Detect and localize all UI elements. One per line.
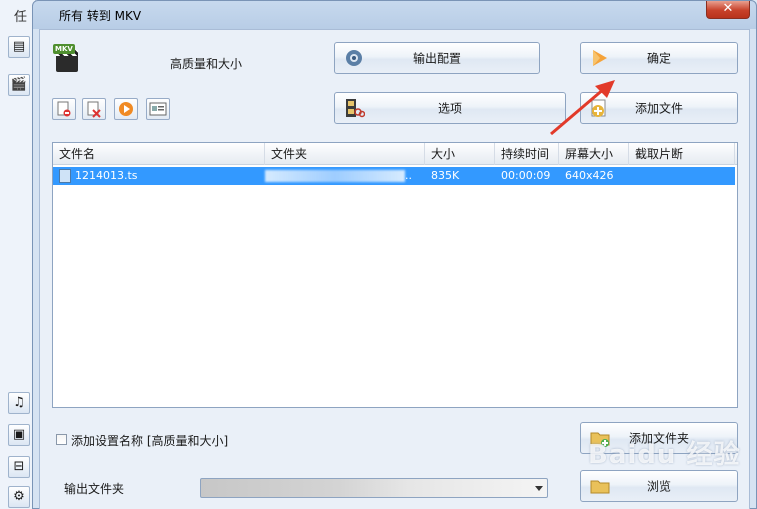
ok-label: 确定 <box>646 51 671 66</box>
background-app-strip: 任 ▤ 🎬 ♫ ▣ ⊟ ⚙ <box>0 0 36 509</box>
close-icon: ✕ <box>722 1 734 16</box>
column-header-folder[interactable]: 文件夹 <box>265 143 425 165</box>
bg-tool-button[interactable]: ▤ <box>8 36 30 58</box>
background-app-title: 任 <box>14 10 28 25</box>
close-button[interactable]: ✕ <box>706 1 750 19</box>
file-list[interactable]: 文件名 文件夹 大小 持续时间 屏幕大小 截取片断 1214013.ts .. … <box>52 142 738 408</box>
output-folder-select[interactable] <box>200 478 548 498</box>
annotation-arrow-icon <box>550 80 615 136</box>
output-config-button[interactable]: 输出配置 <box>334 42 540 74</box>
cell-size: 835K <box>431 169 460 182</box>
gear-icon: ⚙ <box>13 489 25 504</box>
mkv-icon-tag: MKV <box>53 44 75 54</box>
add-setting-name-checkbox[interactable] <box>56 434 67 445</box>
add-setting-name-label: 添加设置名称 [高质量和大小] <box>71 434 229 448</box>
file-icon <box>59 169 71 183</box>
dialog-title: 所有 转到 MKV <box>59 9 142 23</box>
output-config-label: 输出配置 <box>412 51 461 66</box>
browse-label: 浏览 <box>646 479 671 494</box>
watermark: Baidu 经验 <box>588 440 741 470</box>
convert-dialog: 所有 转到 MKV ✕ MKV 高质量和大小 输出配置 确定 选项 添加文件 文… <box>32 0 757 509</box>
file-list-header: 文件名 文件夹 大小 持续时间 屏幕大小 截取片断 <box>53 143 737 165</box>
bg-disc-button[interactable]: ⊟ <box>8 456 30 478</box>
music-icon: ♫ <box>13 395 25 410</box>
ok-button[interactable]: 确定 <box>580 42 738 74</box>
document-icon: ▤ <box>12 39 26 54</box>
chevron-down-icon <box>535 486 543 491</box>
film-icon: 🎬 <box>10 77 28 92</box>
cell-screen-size: 640x426 <box>565 169 614 182</box>
media-info-button[interactable] <box>146 98 170 120</box>
options-label: 选项 <box>437 101 462 116</box>
mkv-format-icon: MKV <box>53 44 81 74</box>
cell-folder: .. <box>405 169 412 182</box>
clear-list-button[interactable] <box>82 98 106 120</box>
bg-tools-button[interactable]: ⚙ <box>8 486 30 508</box>
picture-icon: ▣ <box>12 427 26 442</box>
remove-item-button[interactable] <box>52 98 76 120</box>
remove-file-icon <box>57 101 71 117</box>
column-header-clip[interactable]: 截取片断 <box>629 143 735 165</box>
cell-duration: 00:00:09 <box>501 169 551 182</box>
column-header-size[interactable]: 大小 <box>425 143 495 165</box>
redacted-folder-path <box>265 170 405 182</box>
bg-image-button[interactable]: ▣ <box>8 424 30 446</box>
play-icon <box>119 102 133 116</box>
column-header-name[interactable]: 文件名 <box>53 143 265 165</box>
profile-label: 高质量和大小 <box>170 57 243 71</box>
column-header-screen-size[interactable]: 屏幕大小 <box>559 143 629 165</box>
title-bar[interactable]: 所有 转到 MKV ✕ <box>33 1 756 29</box>
table-row[interactable]: 1214013.ts .. 835K 00:00:09 640x426 <box>53 167 735 185</box>
info-card-icon <box>149 102 167 116</box>
drive-icon: ⊟ <box>13 459 25 474</box>
bg-audio-button[interactable]: ♫ <box>8 392 30 414</box>
output-folder-label: 输出文件夹 <box>64 482 125 496</box>
bg-video-button[interactable]: 🎬 <box>8 74 30 96</box>
delete-icon <box>87 101 101 118</box>
browse-button[interactable]: 浏览 <box>580 470 738 502</box>
cell-file-name: 1214013.ts <box>75 169 138 182</box>
play-button[interactable] <box>114 98 138 120</box>
column-header-duration[interactable]: 持续时间 <box>495 143 559 165</box>
options-button[interactable]: 选项 <box>334 92 566 124</box>
